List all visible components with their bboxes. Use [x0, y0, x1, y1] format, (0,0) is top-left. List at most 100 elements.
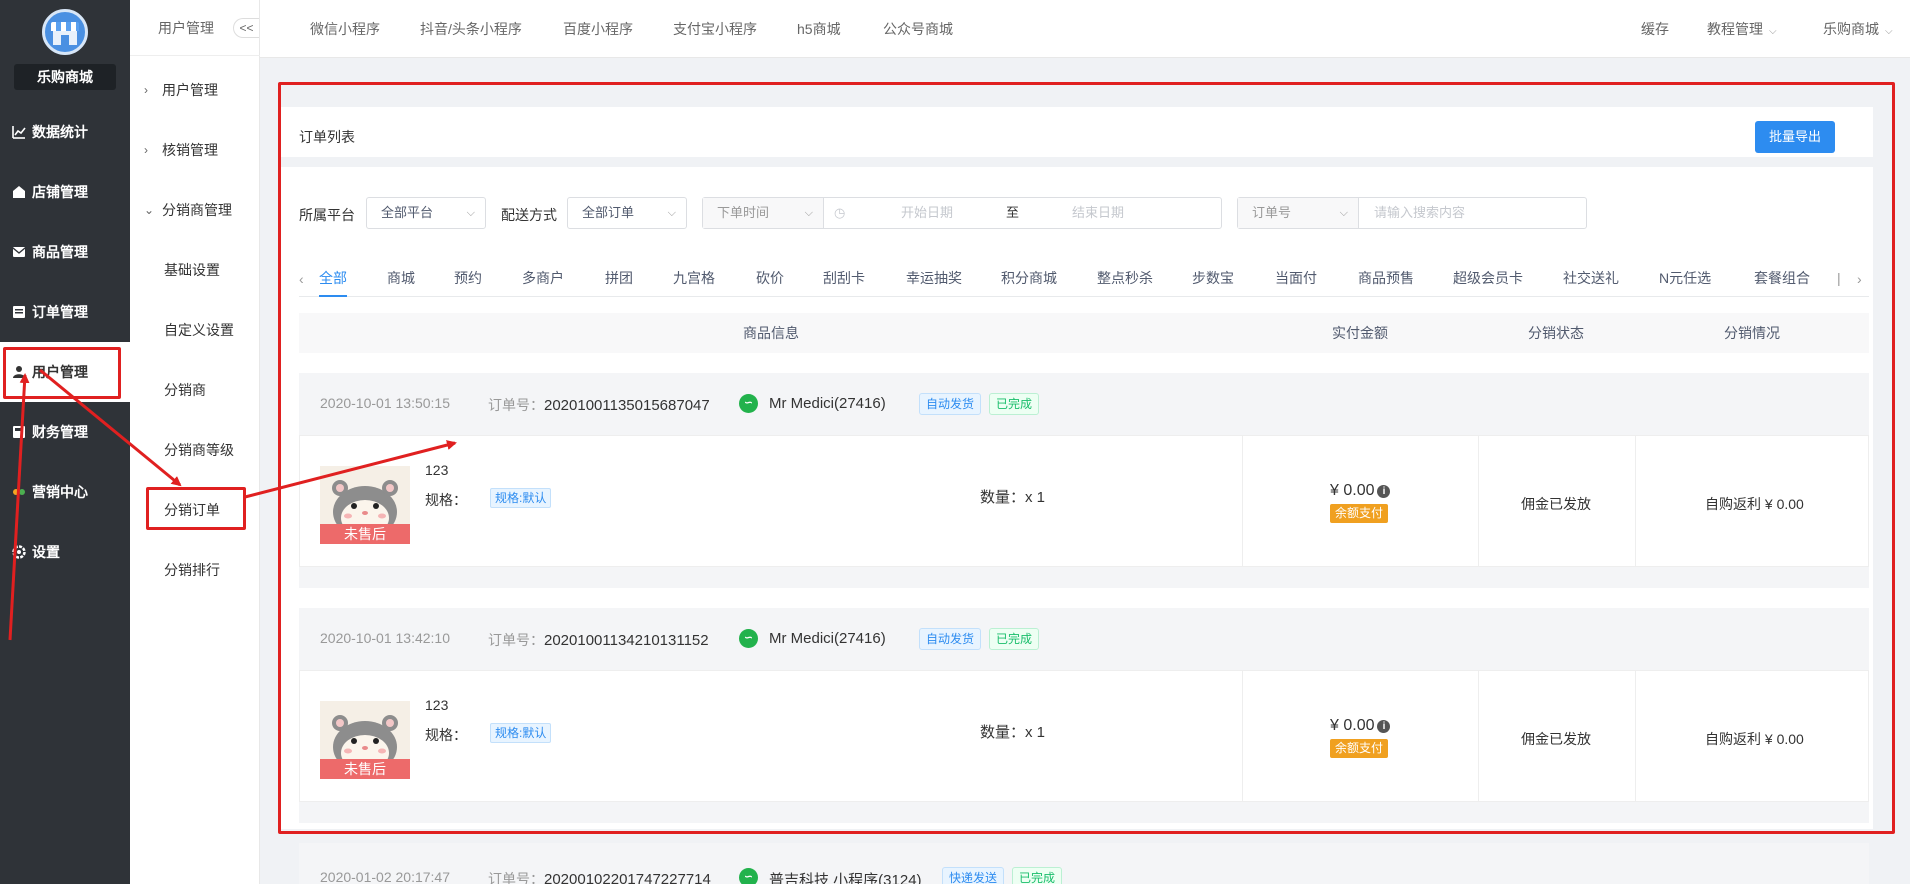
search-type-select[interactable]: 订单号 ⌵	[1238, 198, 1359, 228]
sub-item-custom-settings[interactable]: 自定义设置	[130, 300, 260, 360]
sidebar-item-finance[interactable]: 财务管理	[0, 402, 130, 462]
chevron-down-icon: ⌵	[1885, 26, 1893, 37]
sub-item-distribution-ranking[interactable]: 分销排行	[130, 540, 260, 600]
paid-amount-value: ¥ 0.00	[1330, 482, 1375, 499]
card-header: 订单列表 批量导出	[279, 107, 1873, 167]
tab-face-pay[interactable]: 当面付	[1275, 259, 1317, 297]
tab-n-yuan[interactable]: N元任选	[1659, 259, 1711, 297]
pay-method-tag: 余额支付	[1330, 739, 1389, 758]
sidebar-item-label: 订单管理	[32, 304, 88, 320]
sub-sidebar: 用户管理 << › 用户管理 › 核销管理 ⌄ 分销商管理 基础设置 自定义设置…	[130, 0, 260, 884]
tab-package[interactable]: 套餐组合	[1754, 259, 1810, 297]
sub-item-label: 用户管理	[162, 82, 218, 98]
sub-item-basic-settings[interactable]: 基础设置	[130, 240, 260, 300]
top-tab-douyin[interactable]: 抖音/头条小程序	[420, 0, 522, 58]
order-type-tabs: ‹ 全部 商城 预约 多商户 拼团 九宫格 砍价 刮刮卡 幸运抽奖 积分商城 整…	[299, 259, 1869, 297]
completed-tag: 已完成	[989, 393, 1040, 415]
chevron-down-icon: ⌵	[466, 207, 475, 219]
order-user: Mr Medici(27416)	[769, 395, 886, 412]
sidebar-item-store[interactable]: 店铺管理	[0, 162, 130, 222]
product-thumbnail: 未售后	[320, 701, 410, 779]
tab-booking[interactable]: 预约	[454, 259, 482, 297]
sidebar-item-settings[interactable]: 设置	[0, 522, 130, 582]
cache-button[interactable]: 缓存	[1641, 0, 1669, 58]
order-user: Mr Medici(27416)	[769, 630, 886, 647]
top-tab-alipay[interactable]: 支付宝小程序	[673, 0, 757, 58]
delivery-select[interactable]: 全部订单 ⌵	[567, 197, 687, 229]
col-dist-status: 分销状态	[1528, 325, 1584, 341]
platform-select[interactable]: 全部平台 ⌵	[366, 197, 486, 229]
sub-item-distributor-manage[interactable]: ⌄ 分销商管理	[130, 180, 260, 240]
time-type-select[interactable]: 下单时间 ⌵	[703, 198, 824, 228]
tab-group-buy[interactable]: 拼团	[605, 259, 633, 297]
order-number-tail: 7	[701, 397, 710, 414]
top-tab-h5[interactable]: h5商城	[797, 0, 841, 58]
dist-info: 自购返利 ¥ 0.00	[1705, 731, 1804, 747]
sub-item-user-manage[interactable]: › 用户管理	[130, 60, 260, 120]
product-thumbnail: 未售后	[320, 466, 410, 544]
col-product-info: 商品信息	[743, 325, 799, 341]
chevron-left-icon[interactable]: ‹	[299, 271, 304, 287]
app-name: 乐购商城	[14, 64, 116, 90]
sub-item-verify-manage[interactable]: › 核销管理	[130, 120, 260, 180]
collapse-button[interactable]: <<	[233, 18, 259, 38]
tab-presale[interactable]: 商品预售	[1358, 259, 1414, 297]
top-tab-official[interactable]: 公众号商城	[883, 0, 953, 58]
chevron-down-icon: ⌵	[804, 207, 813, 219]
shop-menu[interactable]: 乐购商城 ⌵	[1823, 0, 1893, 58]
auto-ship-tag: 自动发货	[919, 628, 982, 650]
tab-flash-sale[interactable]: 整点秒杀	[1097, 259, 1153, 297]
paid-amount-value: ¥ 0.00	[1330, 717, 1375, 734]
sidebar-item-label: 财务管理	[32, 424, 88, 440]
info-icon[interactable]: i	[1377, 485, 1391, 498]
sub-item-distributor-levels[interactable]: 分销商等级	[130, 420, 260, 480]
tab-social-gift[interactable]: 社交送礼	[1563, 259, 1619, 297]
order-header: 2020-01-02 20:17:47 订单号：2020010220174722…	[299, 843, 1869, 884]
order-user: 普吉科技 小程序(3124)	[769, 872, 922, 884]
sub-item-distribution-orders[interactable]: 分销订单	[130, 480, 260, 540]
tab-more[interactable]: |	[1837, 259, 1841, 297]
info-icon[interactable]: i	[1377, 720, 1391, 733]
top-tab-wechat[interactable]: 微信小程序	[310, 0, 380, 58]
column-divider	[1478, 436, 1479, 566]
search-input[interactable]: 请输入搜索内容	[1374, 198, 1465, 228]
sub-item-distributors[interactable]: 分销商	[130, 360, 260, 420]
sidebar-item-label: 商品管理	[32, 244, 88, 260]
sidebar-item-goods[interactable]: 商品管理	[0, 222, 130, 282]
sidebar-item-orders[interactable]: 订单管理	[0, 282, 130, 342]
quantity: 数量：x 1	[980, 724, 1046, 741]
tab-super-member[interactable]: 超级会员卡	[1453, 259, 1523, 297]
paid-amount: ¥ 0.00 i	[1330, 482, 1391, 500]
order-header: 2020-10-01 13:50:15 订单号：2020100113501568…	[299, 373, 1869, 435]
batch-export-button[interactable]: 批量导出	[1755, 121, 1835, 153]
marketing-icon	[12, 485, 26, 499]
tab-bargain[interactable]: 砍价	[756, 259, 784, 297]
start-date-input[interactable]: 开始日期	[901, 198, 953, 228]
tab-points-mall[interactable]: 积分商城	[1001, 259, 1057, 297]
top-nav: 微信小程序 抖音/头条小程序 百度小程序 支付宝小程序 h5商城 公众号商城 缓…	[260, 0, 1910, 58]
order-header: 2020-10-01 13:42:10 订单号：2020100113421013…	[299, 608, 1869, 670]
paid-amount: ¥ 0.00 i	[1330, 717, 1391, 735]
tutorial-menu[interactable]: 教程管理 ⌵	[1707, 0, 1777, 58]
sidebar-item-marketing[interactable]: 营销中心	[0, 462, 130, 522]
tab-lucky-draw[interactable]: 幸运抽奖	[906, 259, 962, 297]
order-body: 未售后 123 规格： 规格:默认 数量：x 1 ¥ 0.00 i 余额支付 佣金…	[299, 435, 1869, 567]
tab-scratch-card[interactable]: 刮刮卡	[823, 259, 865, 297]
sidebar-item-stats[interactable]: 数据统计	[0, 102, 130, 162]
order-card: 2020-10-01 13:42:10 订单号：2020100113421013…	[299, 608, 1869, 823]
main-sidebar: 乐购商城 数据统计 店铺管理 商品管理 订单管理 用户管理 财务管理 营销中心 …	[0, 0, 130, 884]
spec-label: 规格：	[425, 492, 467, 508]
tab-mall[interactable]: 商城	[387, 259, 415, 297]
sidebar-item-users[interactable]: 用户管理	[0, 342, 130, 402]
order-card: 2020-10-01 13:50:15 订单号：2020100113501568…	[299, 373, 1869, 588]
tab-multi-merchant[interactable]: 多商户	[522, 259, 564, 297]
tab-step-treasure[interactable]: 步数宝	[1192, 259, 1234, 297]
tab-nine-grid[interactable]: 九宫格	[673, 259, 715, 297]
top-tab-baidu[interactable]: 百度小程序	[563, 0, 633, 58]
order-card: 2020-01-02 20:17:47 订单号：2020010220174722…	[299, 843, 1869, 884]
end-date-input[interactable]: 结束日期	[1072, 198, 1124, 228]
sidebar-item-label: 用户管理	[32, 364, 88, 380]
order-list-card: 订单列表 批量导出 所属平台 全部平台 ⌵ 配送方式 全部订单 ⌵ 下单时间 ⌵…	[279, 107, 1873, 829]
tab-all[interactable]: 全部	[319, 259, 347, 297]
chevron-right-icon[interactable]: ›	[1857, 271, 1862, 287]
